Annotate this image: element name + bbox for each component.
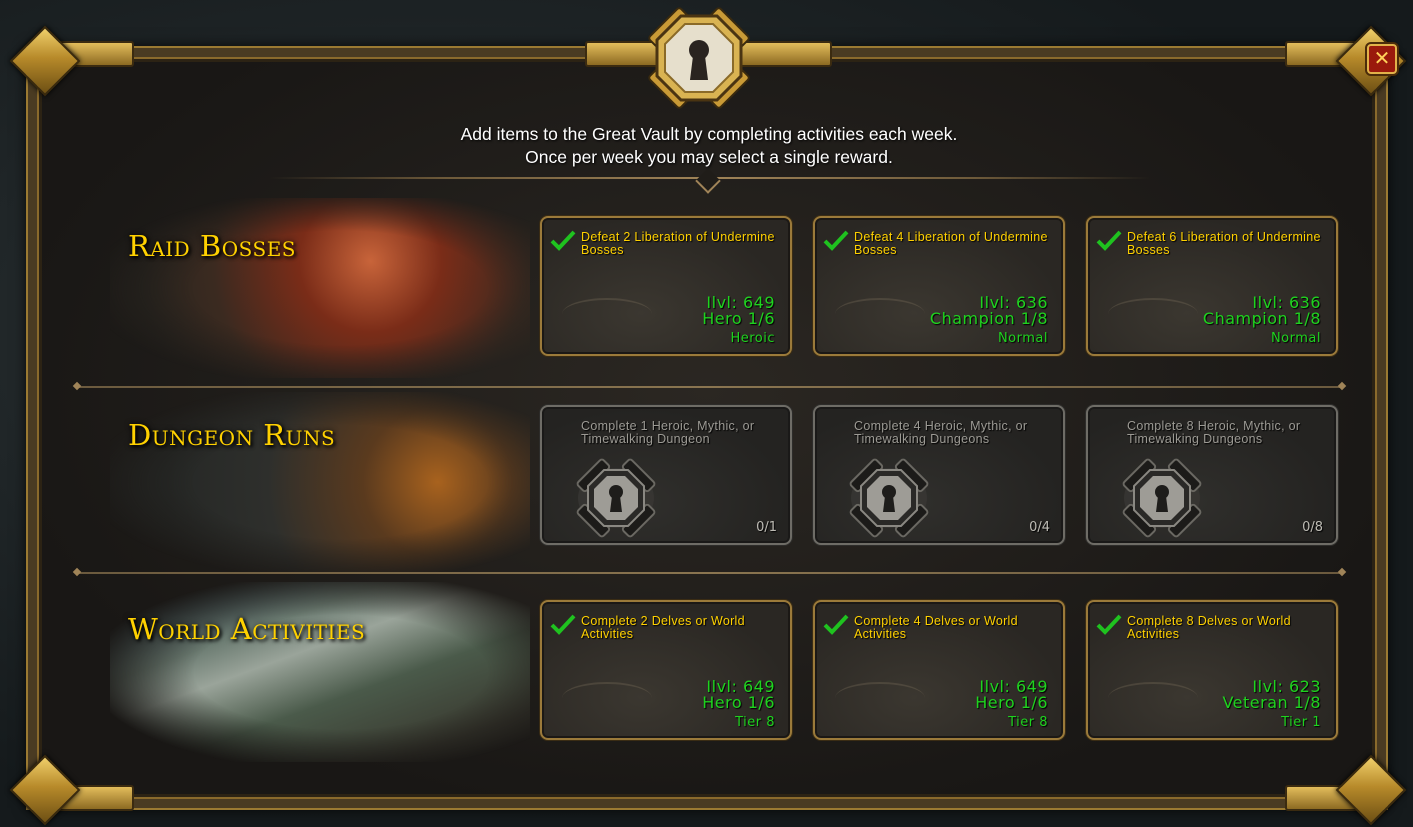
card-difficulty: Tier 1 [1281,715,1321,730]
section-title-raid-bosses: Raid Bosses [128,229,296,263]
checkmark-icon [823,614,849,635]
card-description: Defeat 4 Liberation of Undermine Bosses [854,230,1048,257]
checkmark-icon [550,614,576,635]
card-progress: 0/1 [756,520,777,535]
close-button[interactable]: ✕ [1367,44,1397,74]
checkmark-icon [550,230,576,251]
card-upgrade-track: Veteran 1/8 [1222,693,1321,712]
reward-card-dungeon-2[interactable]: Complete 4 Heroic, Mythic, or Timewalkin… [813,405,1065,545]
card-description: Complete 4 Delves or World Activities [854,614,1018,641]
keyhole-lock-icon [648,7,750,109]
vault-instructions: Add items to the Great Vault by completi… [300,123,1118,169]
reward-card-world-2[interactable]: Complete 4 Delves or World Activities Il… [813,600,1065,740]
card-swirl [562,682,652,714]
reward-card-raid-1[interactable]: Defeat 2 Liberation of Undermine Bosses … [540,216,792,356]
card-difficulty: Normal [997,331,1048,346]
card-difficulty: Tier 8 [735,715,775,730]
locked-reward-icon [849,458,929,538]
row-divider [78,572,1341,574]
card-description: Complete 8 Delves or World Activities [1127,614,1291,641]
instruction-line: Once per week you may select a single re… [525,147,893,167]
locked-reward-icon [576,458,656,538]
card-swirl [562,298,652,330]
card-upgrade-track: Champion 1/8 [1202,309,1321,328]
card-progress: 0/8 [1302,520,1323,535]
locked-reward-icon [1122,458,1202,538]
card-upgrade-track: Hero 1/6 [702,693,775,712]
card-description: Defeat 2 Liberation of Undermine Bosses [581,230,775,257]
card-description: Defeat 6 Liberation of Undermine Bosses [1127,230,1321,257]
card-difficulty: Heroic [730,331,775,346]
checkmark-icon [1096,614,1122,635]
card-swirl [1108,298,1198,330]
section-title-dungeon-runs: Dungeon Runs [128,418,336,452]
card-description: Complete 8 Heroic, Mythic, or Timewalkin… [1127,419,1301,446]
reward-card-raid-2[interactable]: Defeat 4 Liberation of Undermine Bosses … [813,216,1065,356]
section-title-world-activities: World Activities [128,612,366,646]
reward-card-dungeon-1[interactable]: Complete 1 Heroic, Mythic, or Timewalkin… [540,405,792,545]
card-swirl [835,682,925,714]
card-difficulty: Normal [1270,331,1321,346]
card-description: Complete 2 Delves or World Activities [581,614,745,641]
card-upgrade-track: Hero 1/6 [975,693,1048,712]
card-swirl [835,298,925,330]
raid-bosses-art [110,198,530,378]
reward-card-world-1[interactable]: Complete 2 Delves or World Activities Il… [540,600,792,740]
world-activities-art [110,582,530,762]
row-divider [78,386,1341,388]
reward-card-raid-3[interactable]: Defeat 6 Liberation of Undermine Bosses … [1086,216,1338,356]
card-upgrade-track: Hero 1/6 [702,309,775,328]
card-upgrade-track: Champion 1/8 [929,309,1048,328]
close-icon: ✕ [1373,46,1391,70]
instruction-line: Add items to the Great Vault by completi… [460,124,958,144]
card-difficulty: Tier 8 [1008,715,1048,730]
reward-card-world-3[interactable]: Complete 8 Delves or World Activities Il… [1086,600,1338,740]
reward-card-dungeon-3[interactable]: Complete 8 Heroic, Mythic, or Timewalkin… [1086,405,1338,545]
checkmark-icon [1096,230,1122,251]
card-description: Complete 4 Heroic, Mythic, or Timewalkin… [854,419,1028,446]
checkmark-icon [823,230,849,251]
card-description: Complete 1 Heroic, Mythic, or Timewalkin… [581,419,755,446]
card-swirl [1108,682,1198,714]
card-progress: 0/4 [1029,520,1050,535]
